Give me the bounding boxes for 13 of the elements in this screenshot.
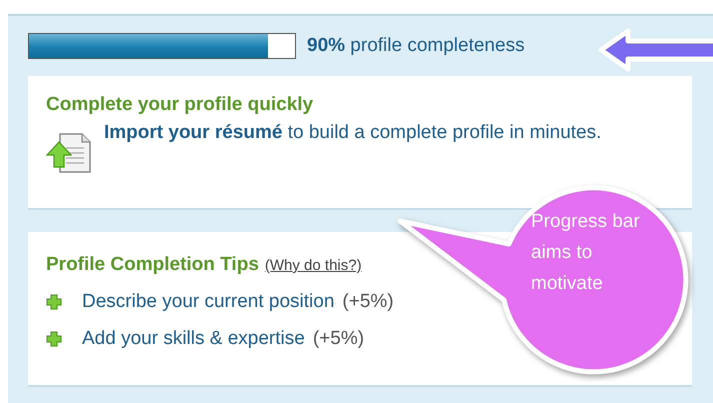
completeness-label: 90% profile completeness (307, 35, 525, 57)
import-sentence: Import your résumé to build a complete profile in minutes. (104, 121, 602, 145)
tip-link[interactable]: Add your skills & expertise (82, 328, 305, 350)
why-link[interactable]: (Why do this?) (264, 257, 362, 274)
tip-gain: (+5%) (312, 328, 364, 350)
card-title: Complete your profile quickly (46, 94, 314, 116)
card-title: Profile Completion Tips (46, 254, 259, 276)
plus-icon (46, 294, 62, 310)
tip-gain: (+5%) (342, 291, 394, 313)
import-link[interactable]: Import your résumé (104, 122, 282, 143)
callout-text: Progress bar aims to motivate (531, 210, 641, 296)
plus-icon (46, 331, 62, 347)
tip-link[interactable]: Describe your current position (82, 291, 334, 313)
